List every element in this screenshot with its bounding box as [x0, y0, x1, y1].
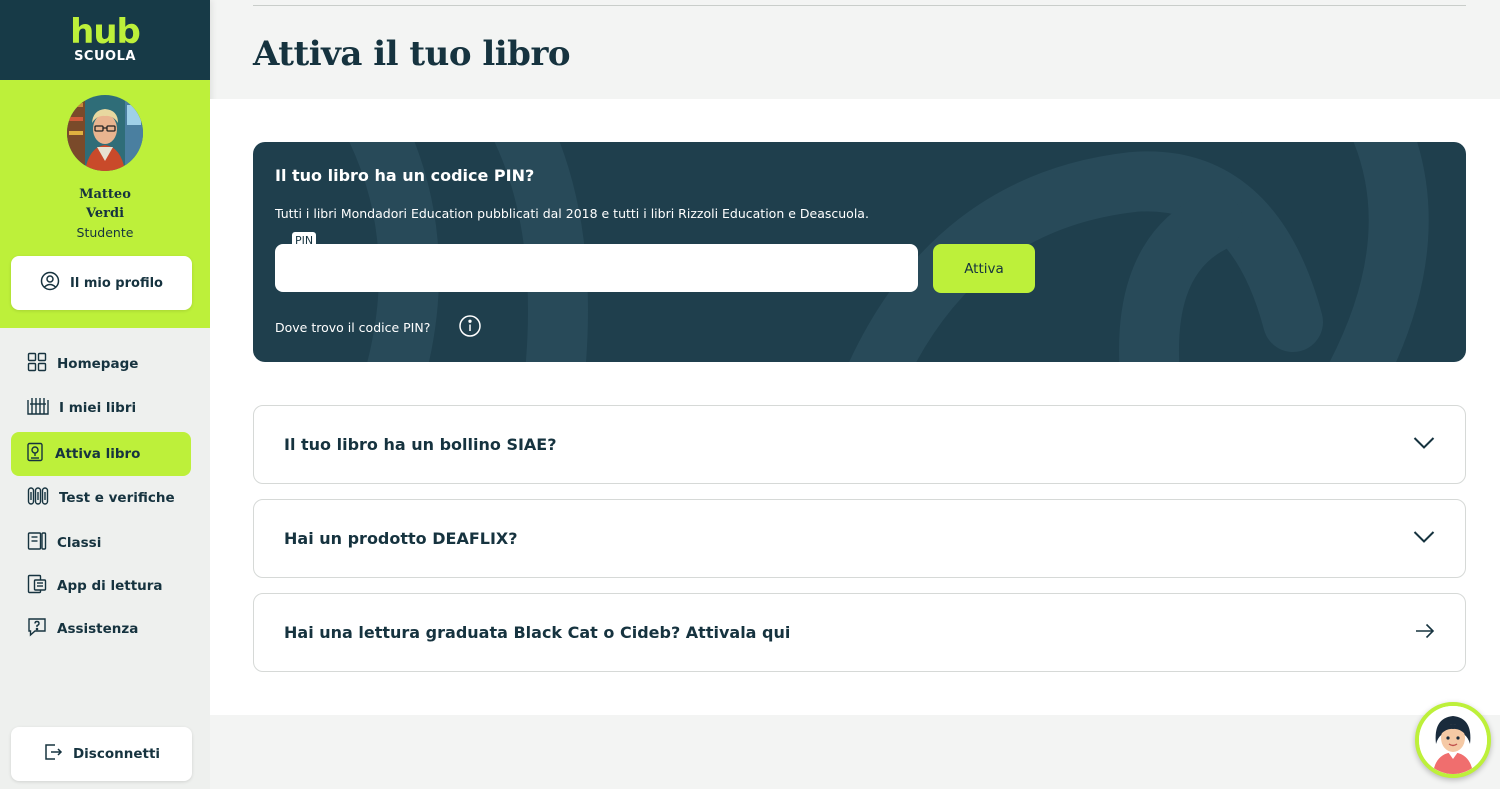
nav-item-label: Attiva libro: [55, 446, 141, 462]
brand-hub-text: hub: [70, 11, 141, 52]
accordion-label: Hai una lettura graduata Black Cat o Cid…: [284, 623, 791, 642]
accordion-deaflix[interactable]: Hai un prodotto DEAFLIX?: [253, 499, 1466, 578]
brand-logo[interactable]: hub SCUOLA: [0, 0, 210, 80]
header-divider: [253, 5, 1466, 6]
pin-activation-card: Il tuo libro ha un codice PIN? Tutti i l…: [253, 142, 1466, 362]
activate-book-icon: [25, 442, 45, 466]
nav-item-classes[interactable]: Classi: [11, 521, 191, 565]
nav-item-my-books[interactable]: I miei libri: [11, 386, 191, 430]
user-first-name: Matteo: [79, 187, 131, 202]
nav-item-reading-app[interactable]: App di lettura: [11, 564, 191, 608]
books-icon: [27, 396, 49, 420]
pin-help-text: Dove trovo il codice PIN?: [275, 320, 431, 335]
logout-button[interactable]: Disconnetti: [11, 727, 192, 781]
tests-icon: [27, 486, 49, 510]
nav-item-tests[interactable]: Test e verifiche: [11, 476, 191, 520]
assistant-chat-button[interactable]: [1415, 702, 1491, 778]
user-last-name: Verdi: [85, 206, 125, 221]
avatar: [67, 95, 143, 171]
help-chat-icon: [27, 617, 47, 641]
nav-item-label: Homepage: [57, 356, 139, 372]
chevron-down-icon: [1413, 435, 1435, 454]
link-black-cat-cideb[interactable]: Hai una lettura graduata Black Cat o Cid…: [253, 593, 1466, 672]
my-profile-label: Il mio profilo: [70, 275, 163, 291]
activate-button[interactable]: Attiva: [933, 244, 1035, 293]
classes-icon: [27, 531, 47, 555]
logout-label: Disconnetti: [72, 746, 161, 762]
pin-card-description: Tutti i libri Mondadori Education pubbli…: [275, 206, 869, 221]
pin-input-label: PIN: [292, 232, 317, 249]
nav-item-label: App di lettura: [57, 578, 163, 594]
arrow-right-icon: [1415, 623, 1435, 643]
grid-icon: [27, 352, 47, 376]
pin-card-title: Il tuo libro ha un codice PIN?: [275, 166, 535, 185]
user-name: Matteo Verdi: [65, 185, 145, 223]
info-icon[interactable]: [458, 314, 482, 341]
pin-input-wrapper: [275, 244, 918, 292]
page-title: Attiva il tuo libro: [253, 34, 571, 74]
nav-item-label: Test e verifiche: [59, 490, 175, 506]
user-role: Studente: [76, 225, 134, 240]
reading-app-icon: [27, 574, 47, 598]
chevron-down-icon: [1413, 529, 1435, 548]
nav-item-label: I miei libri: [59, 400, 137, 416]
accordion-siae[interactable]: Il tuo libro ha un bollino SIAE?: [253, 405, 1466, 484]
my-profile-button[interactable]: Il mio profilo: [11, 256, 192, 310]
nav-item-label: Classi: [57, 535, 102, 551]
nav-item-support[interactable]: Assistenza: [11, 607, 191, 651]
accordion-label: Il tuo libro ha un bollino SIAE?: [284, 435, 557, 454]
brand-scuola-text: SCUOLA: [74, 48, 136, 64]
sidebar: hub SCUOLA Matteo Verdi Studente Il mio …: [0, 0, 210, 789]
pin-help-link[interactable]: Dove trovo il codice PIN?: [275, 314, 482, 341]
nav-item-activate-book[interactable]: Attiva libro: [11, 432, 191, 476]
logout-icon: [43, 742, 63, 766]
accordion-label: Hai un prodotto DEAFLIX?: [284, 529, 518, 548]
profile-block: Matteo Verdi Studente Il mio profilo: [0, 80, 210, 328]
nav-item-homepage[interactable]: Homepage: [11, 342, 191, 386]
footer-band: [210, 715, 1500, 789]
pin-input[interactable]: [275, 244, 918, 292]
user-circle-icon: [40, 271, 60, 295]
nav-item-label: Assistenza: [57, 621, 139, 637]
